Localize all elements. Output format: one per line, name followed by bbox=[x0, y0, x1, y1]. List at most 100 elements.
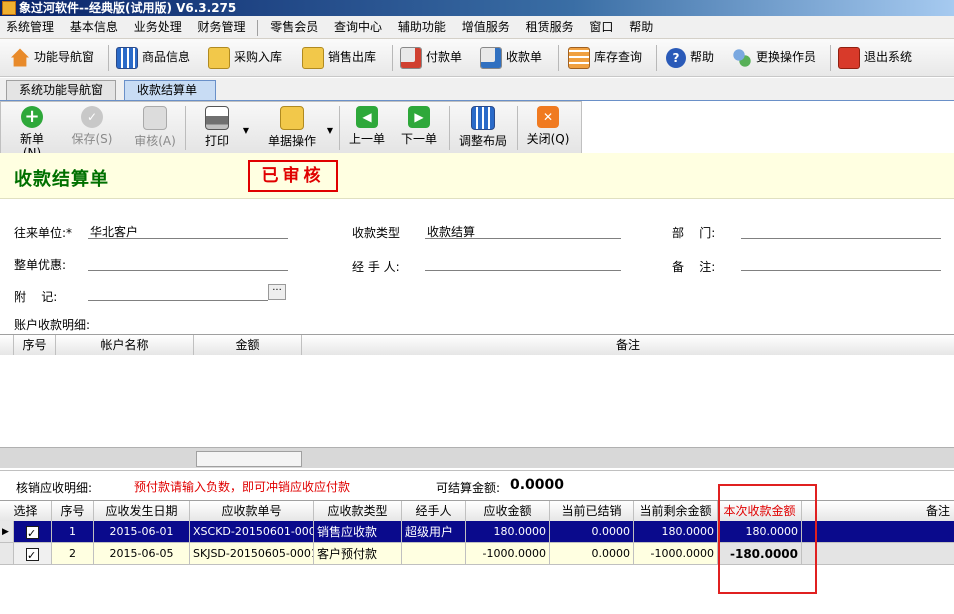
account-detail-label: 账户收款明细: bbox=[14, 318, 91, 332]
cell-date: 2015-06-01 bbox=[94, 521, 190, 543]
menu-leasing[interactable]: 租赁服务 bbox=[520, 16, 580, 38]
layout-grid-icon bbox=[471, 106, 495, 130]
department-label: 部 门: bbox=[672, 226, 716, 240]
change-operator-button[interactable]: 更换操作员 bbox=[732, 45, 816, 69]
col-note[interactable]: 备注 bbox=[302, 335, 954, 355]
col-amount[interactable]: 金额 bbox=[194, 335, 302, 355]
handler-label: 经 手 人: bbox=[352, 260, 400, 274]
save-button[interactable]: ✓ 保存(S) bbox=[71, 106, 113, 146]
help-button[interactable]: ? 帮助 bbox=[666, 45, 714, 69]
col-receivable-date[interactable]: 应收发生日期 bbox=[94, 501, 190, 521]
col-receivable-amount[interactable]: 应收金额 bbox=[466, 501, 550, 521]
bill-operations-button[interactable]: 单据操作 bbox=[263, 106, 321, 148]
checkbox[interactable] bbox=[26, 545, 39, 564]
cell-amount: -1000.0000 bbox=[466, 543, 550, 565]
memo-field[interactable] bbox=[88, 300, 268, 301]
col-seq[interactable]: 序号 bbox=[52, 501, 94, 521]
col-handler[interactable]: 经手人 bbox=[402, 501, 466, 521]
row-pointer-cell bbox=[0, 543, 14, 565]
folder-arrow-icon bbox=[208, 46, 230, 69]
horizontal-scrollbar[interactable] bbox=[0, 447, 954, 468]
exit-system-button[interactable]: 退出系统 bbox=[838, 45, 912, 69]
nav-window-button[interactable]: 功能导航窗 bbox=[10, 45, 94, 69]
note-field[interactable] bbox=[741, 270, 941, 271]
arrow-right-icon: ▶ bbox=[408, 106, 430, 128]
select-checkbox-cell[interactable] bbox=[14, 543, 52, 565]
scrollbar-thumb[interactable] bbox=[196, 451, 302, 467]
department-field[interactable] bbox=[741, 238, 941, 239]
toolbar-separator bbox=[108, 45, 109, 71]
cell-date: 2015-06-05 bbox=[94, 543, 190, 565]
receipt-doc-icon bbox=[480, 46, 502, 69]
memo-ellipsis-button[interactable]: ··· bbox=[268, 284, 286, 300]
menu-system[interactable]: 系统管理 bbox=[0, 16, 60, 38]
window-title: 象过河软件--经典版(试用版) V6.3.275 bbox=[19, 1, 237, 15]
menu-basic-info[interactable]: 基本信息 bbox=[64, 16, 124, 38]
goods-info-button[interactable]: 商品信息 bbox=[116, 45, 190, 69]
cell-note[interactable] bbox=[802, 543, 954, 565]
print-button[interactable]: 打印 bbox=[199, 106, 235, 148]
highlight-box bbox=[718, 484, 817, 594]
col-receivable-bill[interactable]: 应收款单号 bbox=[190, 501, 314, 521]
menu-window[interactable]: 窗口 bbox=[583, 16, 619, 38]
tab-receipt-settlement[interactable]: 收款结算单 bbox=[124, 80, 216, 100]
menu-help[interactable]: 帮助 bbox=[623, 16, 659, 38]
toolbar-separator bbox=[517, 106, 518, 150]
toolbar-separator bbox=[339, 106, 340, 150]
bill-operations-dropdown-arrow[interactable]: ▼ bbox=[325, 124, 335, 138]
menu-auxiliary[interactable]: 辅助功能 bbox=[392, 16, 452, 38]
col-account-name[interactable]: 帐户名称 bbox=[56, 335, 194, 355]
previous-bill-button[interactable]: ◀ 上一单 bbox=[345, 106, 389, 146]
cell-settled: 0.0000 bbox=[550, 543, 634, 565]
select-checkbox-cell[interactable] bbox=[14, 521, 52, 543]
print-dropdown-arrow[interactable]: ▼ bbox=[241, 124, 251, 138]
toolbar-separator bbox=[185, 106, 186, 150]
form-header: 收款结算单 已审核 bbox=[0, 153, 954, 199]
close-button[interactable]: ✕ 关闭(Q) bbox=[525, 106, 571, 146]
next-bill-button[interactable]: ▶ 下一单 bbox=[397, 106, 441, 146]
account-grid-body[interactable] bbox=[0, 355, 954, 447]
cell-bill: SKJSD-20150605-0001 bbox=[190, 543, 314, 565]
checkbox[interactable] bbox=[26, 523, 39, 542]
menu-separator bbox=[257, 19, 259, 36]
col-seq[interactable]: 序号 bbox=[14, 335, 56, 355]
toolbar-separator bbox=[449, 106, 450, 150]
menu-query-center[interactable]: 查询中心 bbox=[328, 16, 388, 38]
cell-seq: 1 bbox=[52, 521, 94, 543]
menu-retail-member[interactable]: 零售会员 bbox=[264, 16, 324, 38]
folder-arrow-icon bbox=[280, 106, 304, 130]
toolbar-separator bbox=[656, 45, 657, 71]
window-title-bar: 象过河软件--经典版(试用版) V6.3.275 bbox=[0, 0, 954, 16]
discount-field[interactable] bbox=[88, 270, 288, 271]
sales-out-button[interactable]: 销售出库 bbox=[302, 45, 376, 69]
plus-icon: + bbox=[21, 106, 43, 128]
handler-field[interactable] bbox=[425, 270, 621, 271]
document-tabs: 系统功能导航窗 收款结算单 bbox=[0, 78, 954, 101]
receipt-button[interactable]: 收款单 bbox=[480, 45, 542, 69]
menu-finance[interactable]: 财务管理 bbox=[192, 16, 252, 38]
stock-query-button[interactable]: 库存查询 bbox=[568, 45, 642, 69]
settle-amount-value: 0.0000 bbox=[510, 477, 565, 493]
audit-doc-icon bbox=[143, 106, 167, 130]
audit-button[interactable]: 审核(A) bbox=[133, 106, 177, 148]
toolbar-separator bbox=[558, 45, 559, 71]
receipt-type-underline bbox=[425, 238, 621, 239]
audited-stamp: 已审核 bbox=[248, 160, 338, 192]
users-icon bbox=[732, 47, 752, 68]
payment-button[interactable]: 付款单 bbox=[400, 45, 462, 69]
menu-business[interactable]: 业务处理 bbox=[128, 16, 188, 38]
cell-note[interactable] bbox=[802, 521, 954, 543]
col-remaining[interactable]: 当前剩余金额 bbox=[634, 501, 718, 521]
col-note[interactable]: 备注 bbox=[802, 501, 954, 521]
new-bill-button[interactable]: +新单(N) bbox=[11, 106, 53, 160]
purchase-in-button[interactable]: 采购入库 bbox=[208, 45, 282, 69]
tab-nav-window[interactable]: 系统功能导航窗 bbox=[6, 80, 117, 100]
col-receivable-type[interactable]: 应收款类型 bbox=[314, 501, 402, 521]
menu-value-added[interactable]: 增值服务 bbox=[456, 16, 516, 38]
row-indicator-column bbox=[0, 335, 14, 355]
cell-seq: 2 bbox=[52, 543, 94, 565]
adjust-layout-button[interactable]: 调整布局 bbox=[455, 106, 511, 148]
col-settled[interactable]: 当前已结销 bbox=[550, 501, 634, 521]
col-select[interactable]: 选择 bbox=[0, 501, 52, 521]
document-toolbar: +新单(N) ✓保存(S) 审核(A) 打印 ▼ 单据操作 ▼ ◀上一单 ▶下一… bbox=[0, 101, 582, 160]
